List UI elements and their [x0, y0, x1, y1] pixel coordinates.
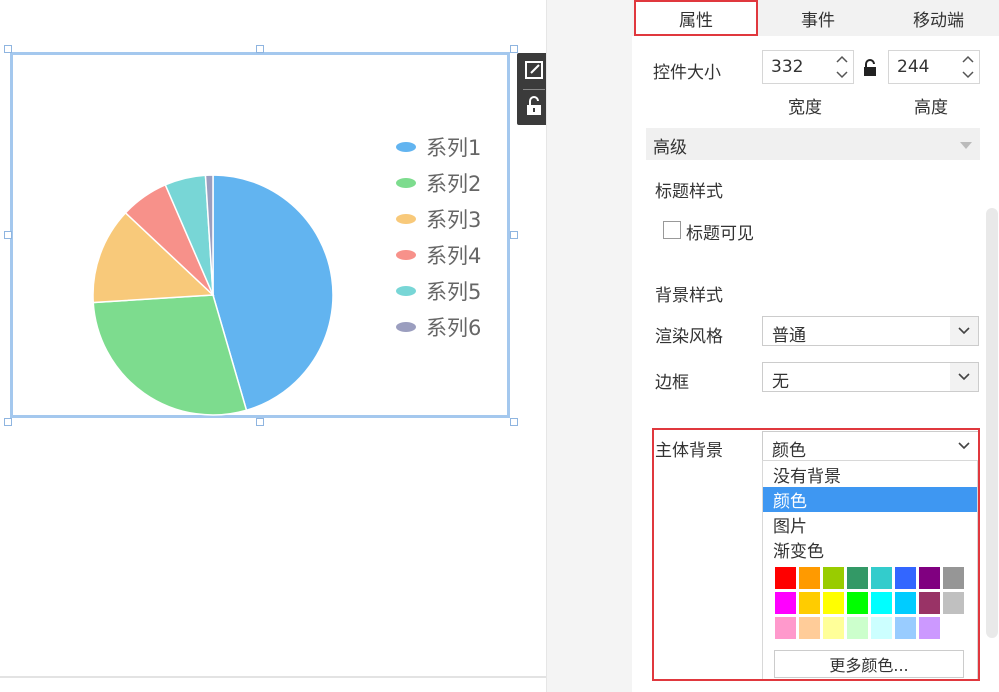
chevron-down-icon[interactable]	[957, 67, 979, 83]
legend-item-3[interactable]: 系列3	[396, 201, 481, 237]
toolbar-divider	[523, 89, 545, 90]
canvas-divider	[0, 676, 546, 678]
resize-handle-bottom-left[interactable]	[4, 418, 12, 426]
width-caption: 宽度	[788, 98, 822, 118]
render-style-value: 普通	[772, 326, 806, 346]
render-style-label: 渲染风格	[655, 327, 723, 347]
resize-handle-bottom-center[interactable]	[256, 418, 264, 426]
height-stepper-arrows[interactable]	[957, 51, 979, 83]
border-label: 边框	[655, 373, 689, 393]
aspect-lock-icon[interactable]	[863, 59, 877, 81]
width-value: 332	[771, 57, 804, 77]
unlock-icon[interactable]	[523, 94, 545, 118]
border-value: 无	[772, 372, 789, 392]
resize-handle-bottom-right[interactable]	[510, 418, 518, 426]
legend-label: 系列4	[426, 244, 482, 268]
legend-item-6[interactable]: 系列6	[396, 309, 481, 345]
resize-handle-middle-left[interactable]	[4, 231, 12, 239]
legend-item-1[interactable]: 系列1	[396, 129, 481, 165]
size-label: 控件大小	[653, 63, 721, 83]
chevron-down-icon[interactable]	[831, 67, 853, 83]
legend-marker	[396, 178, 416, 188]
pie-chart	[92, 174, 334, 416]
resize-handle-top-left[interactable]	[4, 45, 12, 53]
chart-legend: 系列1 系列2 系列3 系列4 系列5 系列6	[396, 129, 481, 345]
tab-events[interactable]: 事件	[758, 0, 878, 36]
border-select[interactable]: 无	[762, 362, 979, 392]
chevron-up-icon[interactable]	[957, 51, 979, 67]
title-visible-label: 标题可见	[686, 224, 754, 244]
background-style-heading: 背景样式	[655, 286, 723, 306]
legend-label: 系列3	[426, 208, 482, 232]
legend-item-2[interactable]: 系列2	[396, 165, 481, 201]
legend-item-5[interactable]: 系列5	[396, 273, 481, 309]
render-style-select[interactable]: 普通	[762, 316, 979, 346]
width-stepper-arrows[interactable]	[831, 51, 853, 83]
app-root: 系列1 系列2 系列3 系列4 系列5 系列6 属性 事件 移动端 控件大小 3…	[0, 0, 999, 692]
chart-widget[interactable]: 系列1 系列2 系列3 系列4 系列5 系列6	[10, 52, 510, 418]
width-stepper[interactable]: 332	[762, 50, 854, 84]
advanced-section-title: 高级	[653, 138, 687, 158]
legend-label: 系列1	[426, 136, 482, 160]
highlight-frame	[652, 428, 980, 681]
legend-marker	[396, 322, 416, 332]
tab-properties[interactable]: 属性	[634, 0, 758, 36]
tab-mobile[interactable]: 移动端	[878, 0, 999, 36]
legend-label: 系列5	[426, 280, 482, 304]
panel-scrollbar[interactable]	[986, 208, 998, 638]
panel-gutter	[546, 0, 632, 692]
legend-marker	[396, 142, 416, 152]
title-style-heading: 标题样式	[655, 182, 723, 202]
legend-item-4[interactable]: 系列4	[396, 237, 481, 273]
edit-icon[interactable]	[523, 58, 545, 82]
resize-handle-middle-right[interactable]	[510, 231, 518, 239]
chevron-down-icon[interactable]	[950, 317, 978, 345]
resize-handle-top-center[interactable]	[256, 45, 264, 53]
design-canvas[interactable]: 系列1 系列2 系列3 系列4 系列5 系列6	[0, 0, 551, 692]
collapse-arrow-icon	[960, 142, 972, 149]
height-stepper[interactable]: 244	[888, 50, 980, 84]
advanced-section-header[interactable]: 高级	[646, 128, 980, 160]
chevron-up-icon[interactable]	[831, 51, 853, 67]
legend-label: 系列2	[426, 172, 482, 196]
panel-tabs: 属性 事件 移动端	[632, 0, 999, 36]
legend-marker	[396, 214, 416, 224]
height-value: 244	[897, 57, 930, 77]
height-caption: 高度	[914, 98, 948, 118]
chevron-down-icon[interactable]	[950, 363, 978, 391]
resize-handle-top-right[interactable]	[510, 45, 518, 53]
title-visible-checkbox[interactable]	[663, 221, 681, 239]
legend-marker	[396, 250, 416, 260]
legend-marker	[396, 286, 416, 296]
legend-label: 系列6	[426, 316, 482, 340]
